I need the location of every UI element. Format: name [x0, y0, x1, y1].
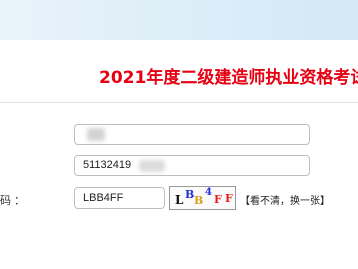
redacted-name-blur	[87, 128, 105, 141]
captcha-char: B	[185, 188, 195, 201]
captcha-image[interactable]: LBB4FF	[169, 186, 236, 210]
refresh-captcha-link[interactable]: 【看不清，换一张】	[240, 192, 330, 207]
captcha-char: L	[175, 193, 184, 207]
captcha-char: F	[214, 193, 222, 206]
divider	[0, 102, 358, 103]
captcha-char: 4	[205, 187, 212, 198]
page-title: 2021年度二级建造师执业资格考试	[99, 68, 358, 88]
page: 2021年度二级建造师执业资格考试 51132419 码 ： LBB4FF LB…	[0, 0, 358, 269]
name-field[interactable]	[74, 124, 310, 145]
id-number-value: 51132419	[83, 159, 132, 171]
header-banner	[0, 0, 358, 40]
captcha-input[interactable]: LBB4FF	[74, 187, 165, 209]
captcha-char: B	[194, 194, 204, 207]
captcha-char: F	[225, 192, 233, 205]
redacted-id-blur	[139, 160, 165, 172]
captcha-label: 码 ：	[0, 195, 26, 207]
id-number-field[interactable]: 51132419	[74, 155, 310, 176]
